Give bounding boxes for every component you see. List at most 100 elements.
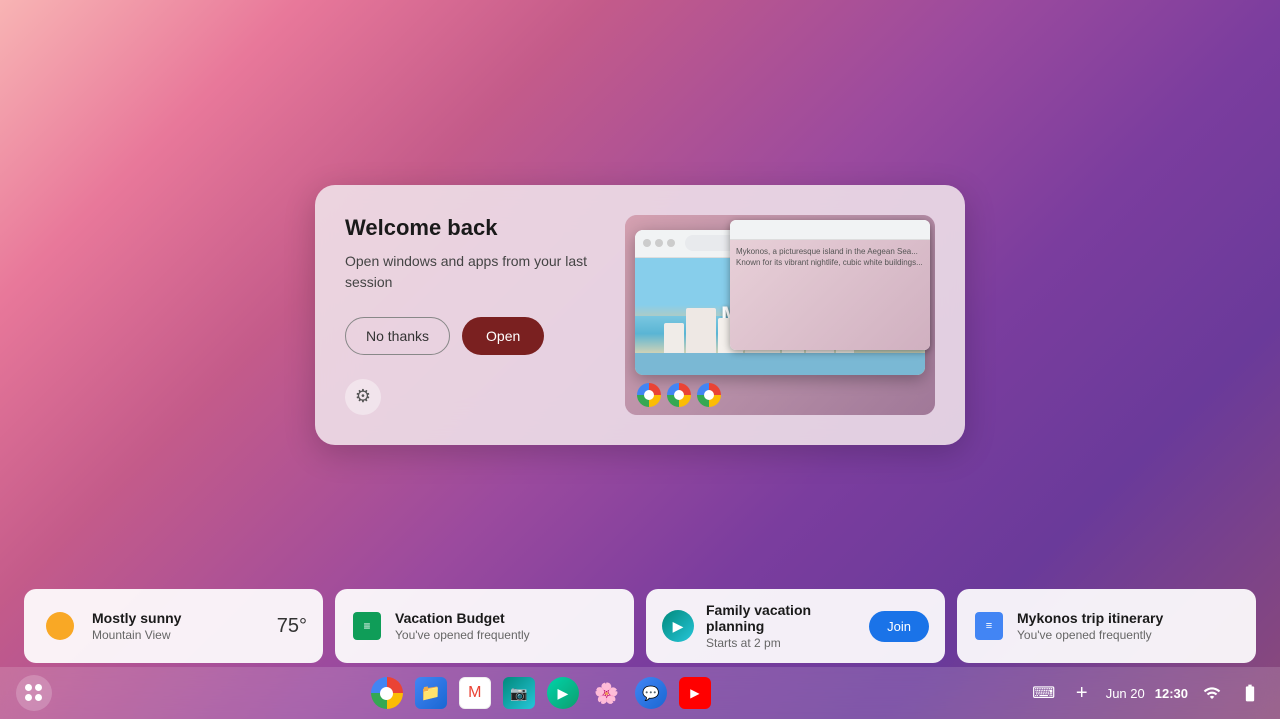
dialog-buttons: No thanks Open: [345, 317, 605, 355]
dialog-title: Welcome back: [345, 215, 605, 241]
messages-icon: 💬: [635, 677, 667, 709]
docs-icon-wrapper: ≡: [973, 610, 1005, 642]
chrome-icon: [371, 677, 403, 709]
google-docs-icon: ≡: [975, 612, 1003, 640]
google-sheets-icon: ≡: [353, 612, 381, 640]
gmail-icon: M: [459, 677, 491, 709]
settings-button[interactable]: ⚙: [345, 379, 381, 415]
youtube-icon: ▶: [679, 677, 711, 709]
water: [635, 353, 925, 374]
family-vacation-card[interactable]: ▶ Family vacation planning Starts at 2 p…: [646, 589, 945, 663]
temperature: 75°: [277, 615, 307, 638]
taskbar-files[interactable]: 📁: [413, 675, 449, 711]
chrome-center-3: [704, 390, 714, 400]
play-icon: ▶: [547, 677, 579, 709]
messages-symbol: 💬: [642, 685, 659, 702]
bw2-text: Mykonos, a picturesque island in the Aeg…: [730, 240, 930, 274]
dot1: [25, 684, 32, 691]
youtube-play: ▶: [690, 686, 699, 700]
sheets-letter: ≡: [363, 619, 370, 633]
chrome-center-2: [674, 390, 684, 400]
suggestions-bar: Mostly sunny Mountain View 75° ≡ Vacatio…: [24, 589, 1256, 663]
chrome-icon-3: [697, 383, 721, 407]
browser-window-2: Mykonos, a picturesque island in the Aeg…: [730, 220, 930, 350]
shelf: Mostly sunny Mountain View 75° ≡ Vacatio…: [0, 629, 1280, 719]
taskbar: 📁 M 📷 ▶ 🌸: [0, 667, 1280, 719]
files-icon: 📁: [415, 677, 447, 709]
launcher-icon: [25, 684, 43, 702]
taskbar-chrome[interactable]: [369, 675, 405, 711]
chrome-icon-1: [637, 383, 661, 407]
weather-card[interactable]: Mostly sunny Mountain View 75°: [24, 589, 323, 663]
taskbar-meet[interactable]: 📷: [501, 675, 537, 711]
taskbar-messages[interactable]: 💬: [633, 675, 669, 711]
taskbar-gmail[interactable]: M: [457, 675, 493, 711]
keyboard-icon[interactable]: ⌨: [1030, 679, 1058, 707]
mykonos-text-block: Mykonos trip itinerary You've opened fre…: [1017, 610, 1240, 642]
welcome-dialog: Welcome back Open windows and apps from …: [315, 185, 965, 445]
battery-svg: [1240, 683, 1260, 703]
vacation-budget-card[interactable]: ≡ Vacation Budget You've opened frequent…: [335, 589, 634, 663]
building-2: [686, 308, 716, 353]
gear-icon: ⚙: [355, 386, 371, 407]
sheets-icon-wrapper: ≡: [351, 610, 383, 642]
gmail-letter: M: [468, 684, 481, 702]
meet-icon-wrapper: ▶: [662, 610, 694, 642]
launcher-button[interactable]: [16, 675, 52, 711]
google-meet-icon: ▶: [662, 610, 694, 642]
family-title: Family vacation planning: [706, 602, 857, 634]
add-icon[interactable]: +: [1068, 679, 1096, 707]
dialog-left: Welcome back Open windows and apps from …: [345, 215, 605, 415]
wifi-icon[interactable]: [1198, 679, 1226, 707]
chrome-inner: [380, 687, 393, 700]
weather-title: Mostly sunny: [92, 610, 265, 626]
building-1: [664, 323, 684, 353]
date-display: Jun 20: [1106, 686, 1145, 701]
photos-icon: 🌸: [591, 677, 623, 709]
wifi-svg: [1203, 684, 1221, 702]
taskbar-left: [16, 675, 52, 711]
play-triangle: ▶: [557, 685, 568, 702]
mykonos-sub: You've opened frequently: [1017, 628, 1240, 642]
meet-camera: 📷: [510, 685, 527, 702]
min-dot: [655, 239, 663, 247]
battery-icon[interactable]: [1236, 679, 1264, 707]
chrome-icon-2: [667, 383, 691, 407]
sun-circle: [46, 612, 74, 640]
dialog-preview: Mykonos: [625, 215, 935, 415]
close-dot: [643, 239, 651, 247]
weather-icon: [40, 606, 80, 646]
taskbar-play[interactable]: ▶: [545, 675, 581, 711]
taskbar-apps: 📁 M 📷 ▶ 🌸: [52, 675, 1030, 711]
chrome-center-1: [644, 390, 654, 400]
taskbar-photos[interactable]: 🌸: [589, 675, 625, 711]
budget-text: Vacation Budget You've opened frequently: [395, 610, 618, 642]
family-vacation-text: Family vacation planning Starts at 2 pm: [706, 602, 857, 650]
family-sub: Starts at 2 pm: [706, 636, 857, 650]
meet-icon: 📷: [503, 677, 535, 709]
no-thanks-button[interactable]: No thanks: [345, 317, 450, 355]
open-button[interactable]: Open: [462, 317, 544, 355]
files-symbol: 📁: [421, 683, 441, 703]
dot3: [25, 694, 32, 701]
dialog-subtitle: Open windows and apps from your last ses…: [345, 251, 605, 293]
budget-title: Vacation Budget: [395, 610, 618, 626]
budget-sub: You've opened frequently: [395, 628, 618, 642]
weather-text: Mostly sunny Mountain View: [92, 610, 265, 642]
taskbar-tray: ⌨ + Jun 20 12:30: [1030, 679, 1264, 707]
max-dot: [667, 239, 675, 247]
bw2-toolbar: [730, 220, 930, 240]
chrome-icons-row: [637, 383, 721, 407]
bw2-content: Mykonos, a picturesque island in the Aeg…: [730, 240, 930, 350]
mykonos-itinerary-card[interactable]: ≡ Mykonos trip itinerary You've opened f…: [957, 589, 1256, 663]
taskbar-youtube[interactable]: ▶: [677, 675, 713, 711]
join-button[interactable]: Join: [869, 611, 929, 642]
time-display: 12:30: [1155, 686, 1188, 701]
mykonos-title: Mykonos trip itinerary: [1017, 610, 1240, 626]
dot4: [35, 694, 42, 701]
desktop-area: Welcome back Open windows and apps from …: [0, 0, 1280, 629]
meet-symbol: ▶: [673, 618, 684, 635]
weather-location: Mountain View: [92, 628, 265, 642]
docs-symbol: ≡: [986, 620, 992, 632]
preview-container: Mykonos: [625, 215, 935, 415]
